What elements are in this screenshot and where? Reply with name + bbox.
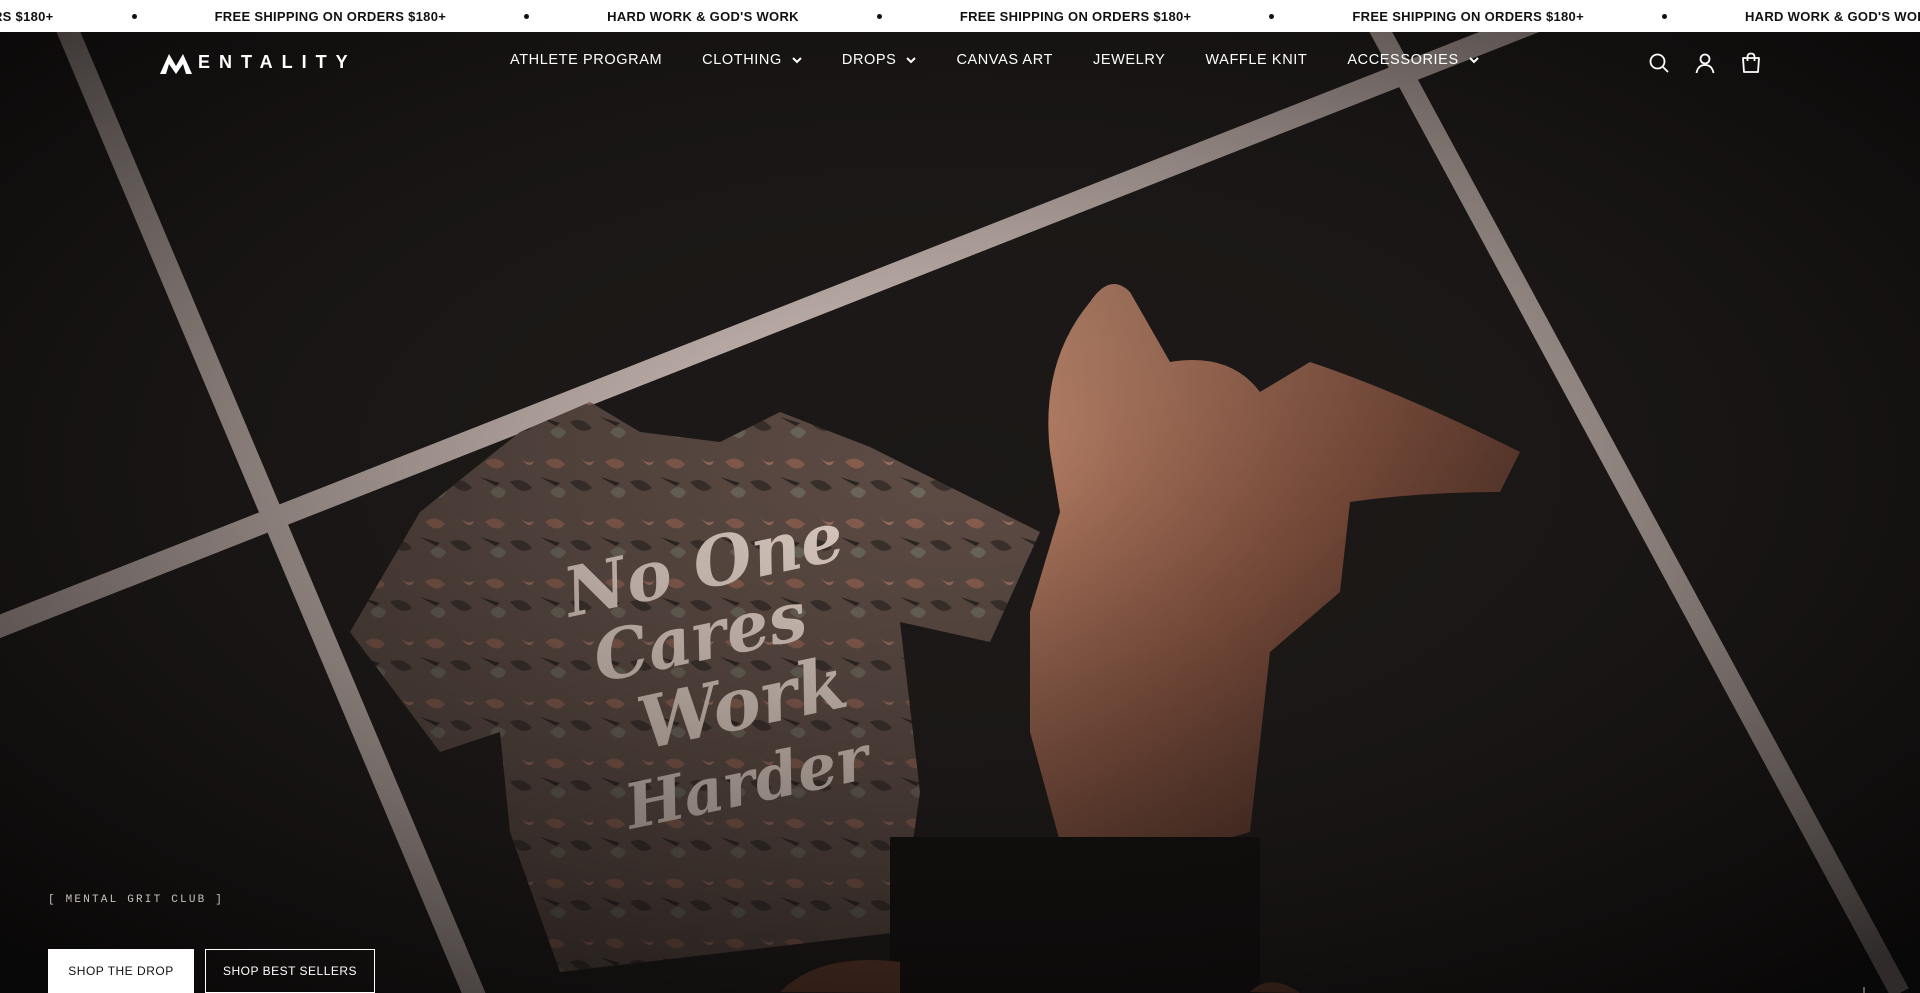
nav-item-accessories[interactable]: ACCESSORIES bbox=[1347, 52, 1479, 68]
nav-item-clothing[interactable]: CLOTHING bbox=[702, 52, 802, 68]
separator-dot bbox=[876, 13, 882, 19]
nav-label: JEWELRY bbox=[1092, 52, 1166, 68]
nav-label: WAFFLE KNIT bbox=[1205, 52, 1308, 68]
shop-the-drop-button[interactable]: SHOP THE DROP bbox=[48, 949, 194, 993]
brand-name: ENTALITY bbox=[198, 51, 357, 72]
separator-dot bbox=[1661, 13, 1667, 19]
nav-item-jewelry[interactable]: JEWELRY bbox=[1093, 52, 1165, 68]
account-icon[interactable] bbox=[1694, 52, 1716, 74]
announcement-text: HARD WORK & GOD'S WORK bbox=[607, 8, 799, 24]
chevron-down-icon bbox=[1469, 56, 1479, 63]
announcement-bar: ERS $180+ FREE SHIPPING ON ORDERS $180+ … bbox=[0, 0, 1920, 32]
announcement-text: FREE SHIPPING ON ORDERS $180+ bbox=[214, 8, 447, 24]
separator-dot bbox=[524, 13, 530, 19]
separator-dot bbox=[131, 13, 137, 19]
nav-item-waffle-knit[interactable]: WAFFLE KNIT bbox=[1205, 52, 1307, 68]
shop-best-sellers-button[interactable]: SHOP BEST SELLERS bbox=[205, 949, 375, 993]
m-logo-icon bbox=[160, 54, 192, 74]
chevron-down-icon bbox=[906, 56, 917, 63]
hero-tagline: [ MENTAL GRIT CLUB ] bbox=[48, 894, 225, 906]
nav-label: ATHLETE PROGRAM bbox=[510, 52, 663, 68]
header-icons bbox=[1648, 52, 1762, 74]
announcement-track: ERS $180+ FREE SHIPPING ON ORDERS $180+ … bbox=[0, 0, 1920, 32]
announcement-text: FREE SHIPPING ON ORDERS $180+ bbox=[1352, 8, 1584, 24]
chevron-down-icon bbox=[792, 56, 802, 63]
nav-item-athlete-program[interactable]: ATHLETE PROGRAM bbox=[510, 52, 662, 68]
nav-item-drops[interactable]: DROPS bbox=[842, 52, 917, 68]
site-logo[interactable]: ENTALITY bbox=[160, 50, 357, 74]
nav-label: ACCESSORIES bbox=[1347, 52, 1459, 68]
announcement-text: HARD WORK & GOD'S WORK bbox=[1744, 8, 1920, 24]
nav-label: DROPS bbox=[841, 52, 897, 68]
nav-item-canvas-art[interactable]: CANVAS ART bbox=[956, 52, 1053, 68]
search-icon[interactable] bbox=[1648, 52, 1670, 74]
nav-label: CANVAS ART bbox=[956, 52, 1053, 68]
site-header: ENTALITY ATHLETE PROGRAM CLOTHING DROPS … bbox=[0, 32, 1920, 94]
announcement-text: FREE SHIPPING ON ORDERS $180+ bbox=[959, 8, 1192, 24]
nav-label: CLOTHING bbox=[702, 52, 782, 68]
cart-icon[interactable] bbox=[1740, 52, 1762, 74]
hero-buttons: SHOP THE DROP SHOP BEST SELLERS bbox=[48, 949, 375, 993]
announcement-text: ERS $180+ bbox=[0, 8, 54, 24]
hero-image: No One Cares Work Harder bbox=[0, 32, 1920, 993]
arrow-down-icon[interactable] bbox=[1856, 985, 1872, 993]
main-nav: ATHLETE PROGRAM CLOTHING DROPS CANVAS AR… bbox=[510, 52, 1519, 68]
hero-banner: No One Cares Work Harder [ MENTAL GRIT C… bbox=[0, 32, 1920, 993]
separator-dot bbox=[1269, 13, 1275, 19]
